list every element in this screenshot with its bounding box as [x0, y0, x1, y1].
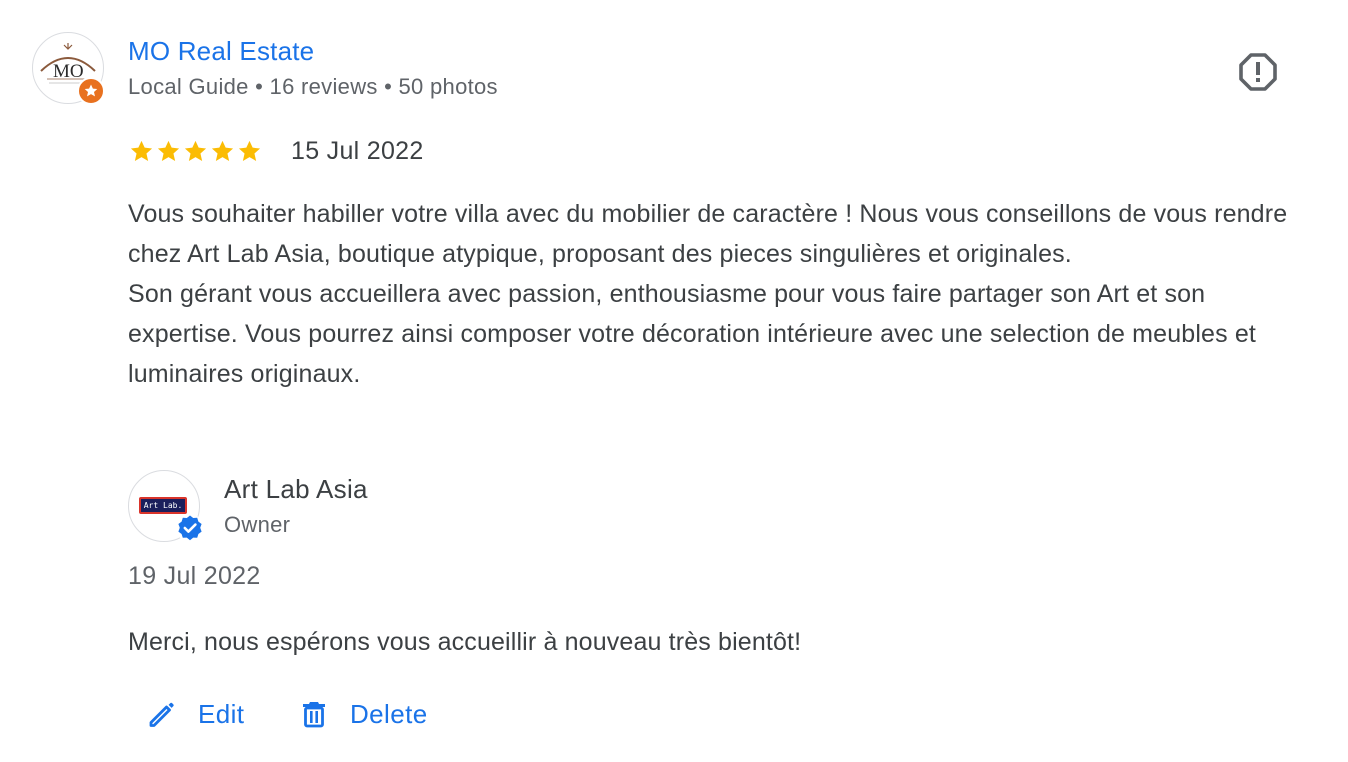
- review-paragraph: Son gérant vous accueillera avec passion…: [128, 280, 1256, 388]
- star-icon: [130, 140, 153, 161]
- art-lab-logo: Art Lab.: [139, 497, 187, 514]
- star-icon: [157, 140, 180, 161]
- avatar-initials: MO: [53, 61, 84, 82]
- reviewer-avatar[interactable]: MO: [32, 32, 105, 105]
- report-octagon-icon[interactable]: [1238, 52, 1278, 92]
- local-guide-star-icon: [77, 77, 105, 105]
- review-paragraph: Vous souhaiter habiller votre villa avec…: [128, 200, 1288, 268]
- trash-icon: [303, 702, 325, 728]
- review-card: MO MO Real Estate Local Guide • 16 revie…: [0, 0, 1348, 762]
- star-icon: [184, 140, 207, 161]
- star-rating: [128, 138, 263, 165]
- owner-name: Art Lab Asia: [224, 474, 368, 504]
- reviewer-name-link[interactable]: MO Real Estate: [128, 36, 314, 67]
- owner-avatar: Art Lab.: [128, 470, 204, 542]
- star-icon: [238, 140, 261, 161]
- review-date: 15 Jul 2022: [291, 137, 424, 165]
- reviewer-meta: Local Guide • 16 reviews • 50 photos: [128, 74, 498, 99]
- star-icon: [211, 140, 234, 161]
- edit-button[interactable]: Edit: [146, 690, 244, 738]
- delete-button-label: Delete: [350, 698, 428, 729]
- review-text: Vous souhaiter habiller votre villa avec…: [128, 194, 1318, 394]
- pencil-icon: [149, 702, 174, 727]
- owner-role: Owner: [224, 512, 291, 537]
- delete-button[interactable]: Delete: [298, 690, 428, 738]
- verified-check-icon: [176, 514, 204, 542]
- reply-date: 19 Jul 2022: [128, 562, 261, 590]
- reply-text: Merci, nous espérons vous accueillir à n…: [128, 628, 802, 656]
- edit-button-label: Edit: [198, 698, 245, 729]
